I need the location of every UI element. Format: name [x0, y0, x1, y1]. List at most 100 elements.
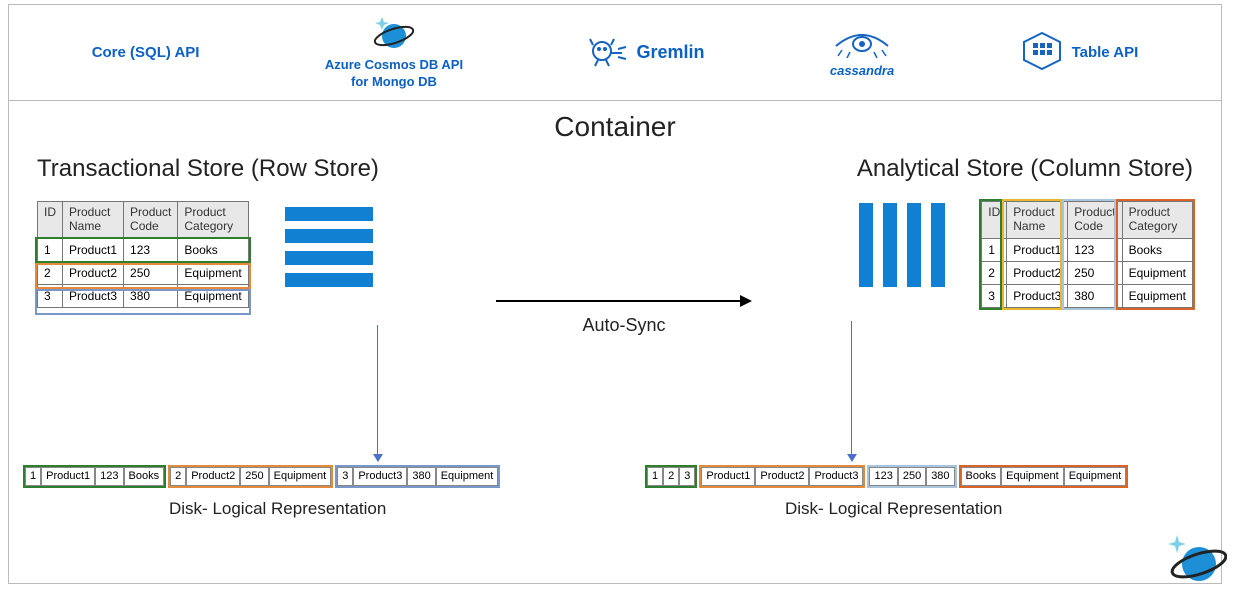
disk-cell: 380 — [926, 467, 954, 486]
table-row: 1 Product1 123 Books — [38, 238, 249, 261]
cosmos-planet-icon — [372, 16, 416, 55]
disk-cell: 1 — [25, 467, 41, 486]
left-connector-arrow — [377, 325, 378, 461]
api-gremlin: Gremlin — [588, 33, 704, 73]
cell: Product3 — [63, 284, 124, 307]
table-row: 3 Product3 380 Equipment — [982, 284, 1193, 307]
auto-sync-label: Auto-Sync — [489, 315, 759, 336]
disk-cell: 2 — [663, 467, 679, 486]
cell: Books — [178, 238, 248, 261]
cell: 123 — [124, 238, 178, 261]
disk-cell: Product1 — [701, 467, 755, 486]
column-store-icon — [859, 203, 945, 287]
disk-cell: Equipment — [269, 467, 332, 486]
disk-cell: Equipment — [436, 467, 499, 486]
table-row: 3 Product3 380 Equipment — [38, 284, 249, 307]
disk-cell: Books — [124, 467, 165, 486]
disk-cell: 3 — [337, 467, 353, 486]
auto-sync-arrow: Auto-Sync — [489, 291, 759, 336]
analytical-store: Analytical Store (Column Store) ID Produ… — [615, 155, 1193, 308]
disk-group: Product1 Product2 Product3 — [699, 465, 865, 488]
disk-cell: Books — [961, 467, 1002, 486]
table-row: 1 Product1 123 Books — [982, 238, 1193, 261]
api-core-sql: Core (SQL) API — [92, 44, 200, 61]
cassandra-eye-icon — [832, 28, 892, 61]
disk-cell: 250 — [240, 467, 268, 486]
api-cosmos-mongo: Azure Cosmos DB API for Mongo DB — [325, 16, 463, 89]
cell: 250 — [124, 261, 178, 284]
cell: Product1 — [63, 238, 124, 261]
th-name: Product Name — [1007, 202, 1068, 239]
cell: 2 — [982, 261, 1007, 284]
api-core-sql-label: Core (SQL) API — [92, 44, 200, 61]
analytical-table-wrap: ID Product Name Product Code Product Cat… — [981, 201, 1193, 308]
disk-group: 123 250 380 — [867, 465, 956, 488]
disk-cell: 1 — [647, 467, 663, 486]
disk-cell: Product2 — [755, 467, 809, 486]
disk-group: 1 Product1 123 Books — [23, 465, 166, 488]
api-cassandra: cassandra — [830, 28, 894, 78]
disk-cell: Product1 — [41, 467, 95, 486]
disk-group: 2 Product2 250 Equipment — [168, 465, 333, 488]
cell: 2 — [38, 261, 63, 284]
disk-cell: 123 — [95, 467, 123, 486]
cell: 250 — [1068, 261, 1122, 284]
cell: Equipment — [178, 261, 248, 284]
left-disk-row: 1 Product1 123 Books 2 Product2 250 Equi… — [23, 465, 502, 488]
cell: 1 — [38, 238, 63, 261]
transactional-table: ID Product Name Product Code Product Cat… — [37, 201, 249, 308]
table-hex-icon — [1020, 31, 1064, 75]
arrow-right-icon — [494, 291, 754, 311]
cell: 123 — [1068, 238, 1122, 261]
api-cosmos-label2: for Mongo DB — [351, 74, 437, 89]
disk-cell: 3 — [679, 467, 695, 486]
disk-cell: 380 — [407, 467, 435, 486]
api-cosmos-label1: Azure Cosmos DB API — [325, 57, 463, 72]
cell: Equipment — [1122, 261, 1192, 284]
api-header-row: Core (SQL) API Azure Cosmos DB API for M… — [9, 5, 1221, 101]
cell: 380 — [1068, 284, 1122, 307]
container-title: Container — [9, 101, 1221, 155]
right-connector-arrow — [851, 321, 852, 461]
diagram-frame: Core (SQL) API Azure Cosmos DB API for M… — [8, 4, 1222, 584]
cell: Product1 — [1007, 238, 1068, 261]
cosmos-planet-corner-icon — [1163, 532, 1227, 591]
disk-group: 3 Product3 380 Equipment — [335, 465, 500, 488]
table-row: 2 Product2 250 Equipment — [38, 261, 249, 284]
th-id: ID — [38, 202, 63, 239]
th-name: Product Name — [63, 202, 124, 239]
gremlin-icon — [588, 33, 628, 73]
disk-cell: Equipment — [1064, 467, 1127, 486]
th-cat: Product Category — [1122, 202, 1192, 239]
th-id: ID — [982, 202, 1007, 239]
disk-cell: Product2 — [186, 467, 240, 486]
cell: 380 — [124, 284, 178, 307]
api-table-label: Table API — [1072, 44, 1139, 61]
transactional-title: Transactional Store (Row Store) — [37, 155, 615, 183]
api-cassandra-label: cassandra — [830, 63, 894, 78]
disk-cell: 250 — [898, 467, 926, 486]
api-gremlin-label: Gremlin — [636, 42, 704, 63]
api-table: Table API — [1020, 31, 1139, 75]
disk-cell: 123 — [869, 467, 897, 486]
transactional-store: Transactional Store (Row Store) ID Produ… — [37, 155, 615, 308]
cell: Equipment — [178, 284, 248, 307]
th-code: Product Code — [124, 202, 178, 239]
disk-cell: Product3 — [809, 467, 863, 486]
transactional-table-wrap: ID Product Name Product Code Product Cat… — [37, 201, 249, 308]
disk-cell: 2 — [170, 467, 186, 486]
disk-group: Books Equipment Equipment — [959, 465, 1129, 488]
left-disk-label: Disk- Logical Representation — [169, 499, 386, 519]
disk-cell: Equipment — [1001, 467, 1064, 486]
row-store-icon — [285, 207, 373, 287]
cell: 1 — [982, 238, 1007, 261]
disk-group: 1 2 3 — [645, 465, 697, 488]
th-cat: Product Category — [178, 202, 248, 239]
cell: Equipment — [1122, 284, 1192, 307]
cell: 3 — [38, 284, 63, 307]
right-disk-label: Disk- Logical Representation — [785, 499, 1002, 519]
th-code: Product Code — [1068, 202, 1122, 239]
cell: Product3 — [1007, 284, 1068, 307]
analytical-table: ID Product Name Product Code Product Cat… — [981, 201, 1193, 308]
cell: Books — [1122, 238, 1192, 261]
